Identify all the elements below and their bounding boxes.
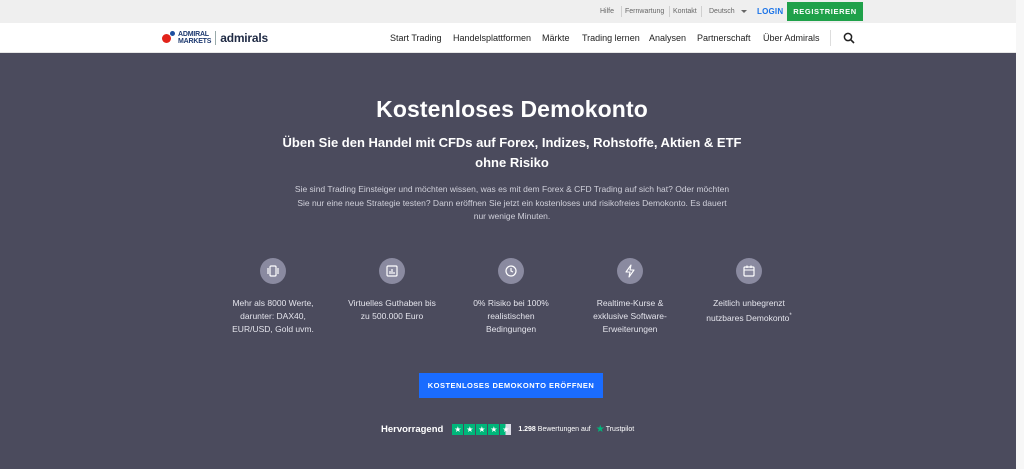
divider bbox=[669, 6, 670, 17]
nav-item-markets[interactable]: Märkte bbox=[542, 23, 570, 53]
main-navigation: ADMIRAL MARKETS admirals Start Trading H… bbox=[0, 23, 1024, 53]
nav-item-platforms[interactable]: Handelsplattformen bbox=[453, 23, 531, 53]
logo-admirals: admirals bbox=[220, 31, 268, 45]
clock-icon bbox=[498, 258, 524, 284]
feature-instruments: Mehr als 8000 Werte, darunter: DAX40, EU… bbox=[214, 258, 332, 336]
hero-subtitle: Üben Sie den Handel mit CFDs auf Forex, … bbox=[282, 135, 742, 170]
rating-stars: ★ ★ ★ ★ ★ bbox=[452, 424, 512, 435]
star-icon: ★ bbox=[464, 424, 476, 435]
star-icon: ★ bbox=[476, 424, 488, 435]
nav-item-about[interactable]: Über Admirals bbox=[763, 23, 820, 53]
page-title: Kostenloses Demokonto bbox=[376, 96, 648, 122]
nav-item-analysis[interactable]: Analysen bbox=[649, 23, 686, 53]
scrollbar-track[interactable] bbox=[1016, 0, 1024, 469]
nav-item-learn[interactable]: Trading lernen bbox=[582, 23, 640, 53]
star-icon: ★ bbox=[452, 424, 464, 435]
utility-bar: Hilfe Fernwartung Kontakt Deutsch LOGIN … bbox=[0, 0, 1024, 23]
trustpilot-star-icon: ★ bbox=[595, 424, 605, 435]
feature-virtual-balance: Virtuelles Guthaben bis zu 500.000 Euro bbox=[333, 258, 451, 323]
logo-admiral-markets: ADMIRAL MARKETS bbox=[178, 31, 212, 45]
trustpilot-widget[interactable]: Hervorragend ★ ★ ★ ★ ★ 1.298 Bewertungen… bbox=[381, 422, 634, 437]
footnote-marker: * bbox=[789, 313, 792, 319]
trustpilot-logo: ★ Trustpilot bbox=[595, 424, 635, 435]
chevron-down-icon bbox=[740, 10, 747, 13]
divider bbox=[701, 6, 702, 17]
divider bbox=[621, 6, 622, 17]
nav-item-partnership[interactable]: Partnerschaft bbox=[697, 23, 751, 53]
feature-zero-risk: 0% Risiko bei 100% realistischen Bedingu… bbox=[452, 258, 570, 336]
language-label: Deutsch bbox=[709, 8, 735, 15]
logo-mark-icon bbox=[160, 30, 176, 46]
review-count: 1.298 Bewertungen auf bbox=[518, 426, 591, 433]
lightning-icon bbox=[617, 258, 643, 284]
half-star-icon: ★ bbox=[500, 424, 512, 435]
chart-icon bbox=[379, 258, 405, 284]
star-icon: ★ bbox=[488, 424, 500, 435]
feature-realtime: Realtime-Kurse & exklusive Software- Erw… bbox=[571, 258, 689, 336]
admirals-logo[interactable]: ADMIRAL MARKETS admirals bbox=[160, 28, 268, 48]
calendar-icon bbox=[736, 258, 762, 284]
login-link[interactable]: LOGIN bbox=[757, 0, 783, 23]
search-icon[interactable] bbox=[843, 32, 855, 44]
remote-support-link[interactable]: Fernwartung bbox=[625, 0, 664, 23]
rating-label: Hervorragend bbox=[381, 424, 444, 435]
contact-link[interactable]: Kontakt bbox=[673, 0, 697, 23]
instruments-icon bbox=[260, 258, 286, 284]
open-demo-account-button[interactable]: KOSTENLOSES DEMOKONTO ERÖFFNEN bbox=[419, 373, 603, 398]
language-selector[interactable]: Deutsch bbox=[709, 0, 747, 23]
register-button[interactable]: REGISTRIEREN bbox=[787, 2, 863, 21]
hero-description: Sie sind Trading Einsteiger und möchten … bbox=[294, 184, 730, 221]
feature-unlimited: Zeitlich unbegrenzt nutzbares Demokonto* bbox=[690, 258, 808, 325]
nav-item-start-trading[interactable]: Start Trading bbox=[390, 23, 442, 53]
help-link[interactable]: Hilfe bbox=[600, 0, 614, 23]
